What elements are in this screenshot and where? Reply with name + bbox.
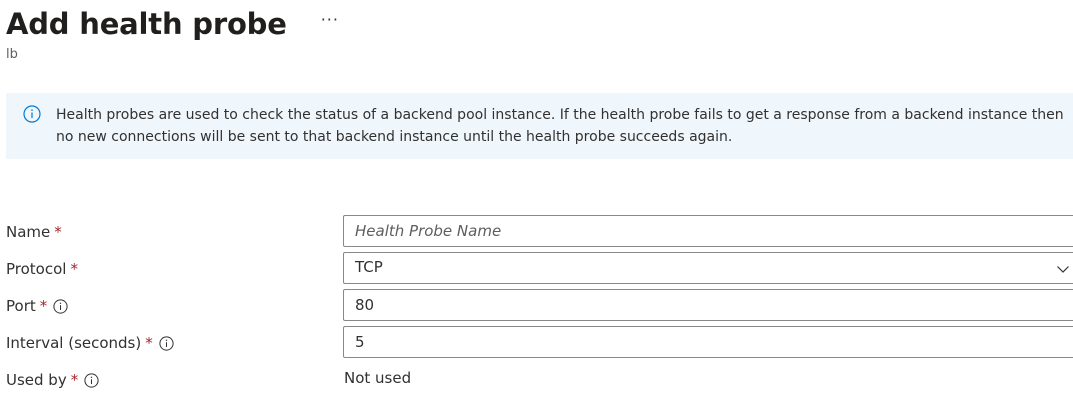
chevron-down-icon — [1057, 266, 1069, 273]
protocol-label-text: Protocol — [6, 260, 67, 278]
port-label-text: Port — [6, 297, 36, 315]
info-banner: Health probes are used to check the stat… — [6, 93, 1073, 159]
required-marker: * — [70, 371, 79, 389]
name-field[interactable] — [343, 215, 1073, 247]
page-title: Add health probe — [6, 7, 287, 41]
interval-field[interactable] — [343, 326, 1073, 358]
required-marker: * — [145, 334, 153, 352]
required-marker: * — [70, 260, 78, 278]
used-by-label-text: Used by — [6, 371, 67, 389]
health-probe-name-input[interactable] — [344, 216, 1055, 246]
protocol-selected-value: TCP — [355, 258, 383, 276]
info-tooltip-icon[interactable] — [84, 372, 99, 388]
interval-label-text: Interval (seconds) — [6, 334, 142, 352]
interval-label: Interval (seconds) * — [6, 331, 174, 355]
port-field[interactable] — [343, 289, 1073, 321]
add-health-probe-page: Add health probe ··· lb Health probes ar… — [0, 0, 1073, 420]
name-label-text: Name — [6, 223, 51, 241]
info-tooltip-icon[interactable] — [53, 298, 68, 314]
title-row: Add health probe ··· — [6, 4, 339, 44]
required-marker: * — [39, 297, 48, 315]
interval-input[interactable] — [344, 327, 1055, 357]
port-input[interactable] — [344, 290, 1055, 320]
info-icon — [23, 105, 41, 123]
more-options-button[interactable]: ··· — [321, 12, 339, 28]
protocol-dropdown[interactable]: TCP — [343, 252, 1073, 284]
required-marker: * — [54, 223, 62, 241]
port-label: Port * — [6, 294, 68, 318]
info-banner-text: Health probes are used to check the stat… — [56, 107, 1064, 145]
info-tooltip-icon[interactable] — [159, 335, 174, 351]
used-by-label: Used by * — [6, 368, 99, 392]
page-subtitle: lb — [6, 47, 18, 62]
used-by-value: Not used — [344, 369, 412, 387]
name-label: Name * — [6, 220, 62, 244]
protocol-label: Protocol * — [6, 257, 78, 281]
